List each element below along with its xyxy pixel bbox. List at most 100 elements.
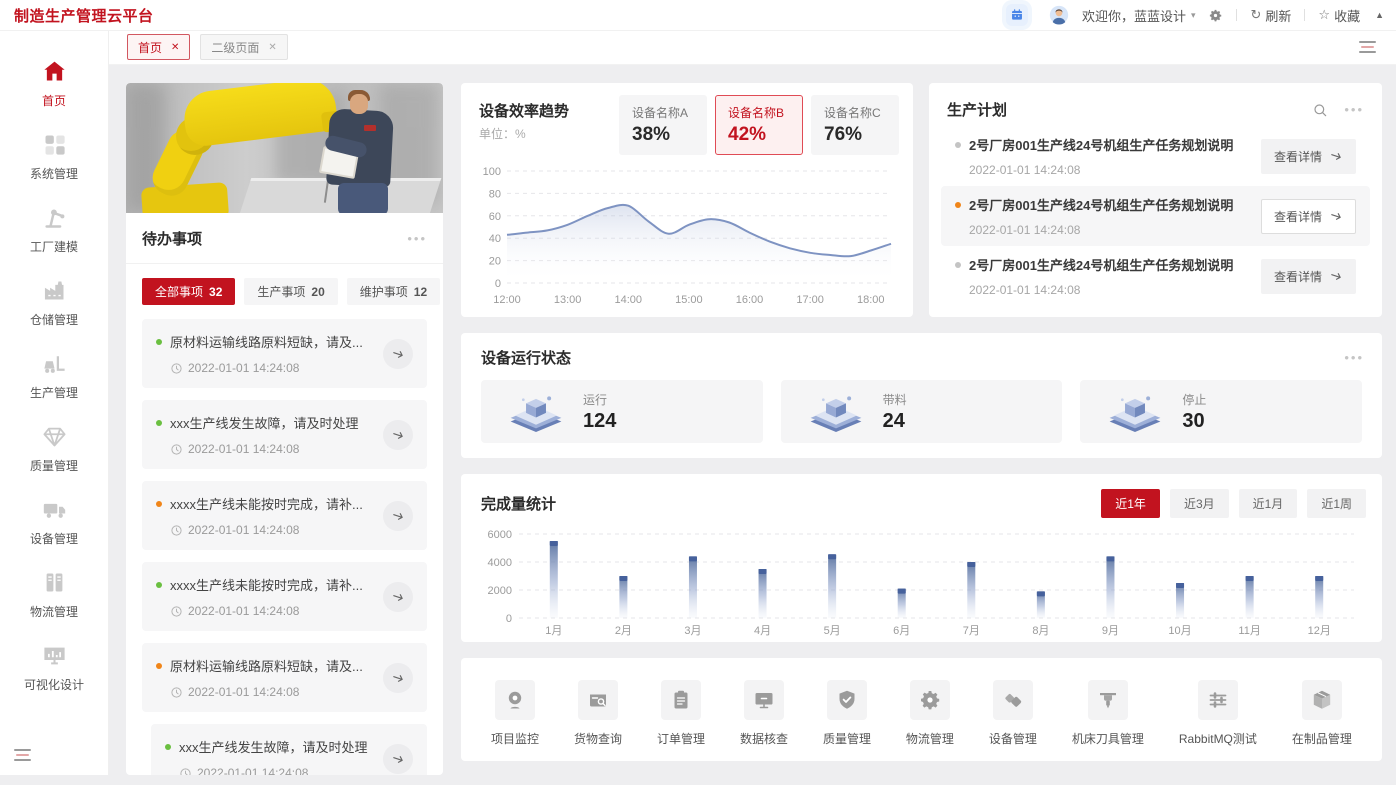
calendar-button[interactable]: [1005, 4, 1028, 26]
todo-arrow-button[interactable]: [383, 581, 413, 612]
more-icon[interactable]: •••: [407, 232, 427, 245]
sidebar-item-warehouse[interactable]: 仓储管理: [0, 277, 108, 350]
sidebar-item-home[interactable]: 首页: [0, 58, 108, 131]
completion-stats-panel: 完成量统计 近1年 近3月 近1月 近1周 0 2000 4000 6000 1月 2月 3…: [461, 474, 1382, 642]
device-chip-a[interactable]: 设备名称A 38%: [619, 95, 707, 155]
todo-arrow-button[interactable]: [383, 338, 413, 369]
avatar[interactable]: [1049, 5, 1069, 25]
plan-row[interactable]: 2号厂房001生产线24号机组生产任务规划说明 2022-01-01 14:24…: [941, 246, 1370, 306]
sidebar-item-equipment[interactable]: 设备管理: [0, 496, 108, 569]
shortcut-data-check[interactable]: 数据核查: [740, 680, 788, 761]
svg-text:4月: 4月: [754, 625, 771, 637]
clipboard-icon: [660, 680, 701, 720]
todo-arrow-button[interactable]: [383, 419, 413, 450]
tab-home[interactable]: 首页 ✕: [127, 34, 191, 60]
todo-arrow-button[interactable]: [383, 500, 413, 531]
arrow-right-icon: [391, 428, 405, 442]
status-card-stopped: 停止 30: [1080, 380, 1363, 443]
search-icon[interactable]: [1312, 102, 1328, 118]
refresh-button[interactable]: ↻ 刷新: [1250, 6, 1291, 25]
view-detail-button[interactable]: 查看详情: [1260, 258, 1356, 294]
device-chip-c[interactable]: 设备名称C 76%: [811, 95, 899, 155]
plan-row[interactable]: 2号厂房001生产线24号机组生产任务规划说明 2022-01-01 14:24…: [941, 126, 1370, 186]
device-chip-b[interactable]: 设备名称B 42%: [715, 95, 803, 155]
view-detail-button[interactable]: 查看详情: [1260, 198, 1356, 234]
sidebar-item-quality[interactable]: 质量管理: [0, 423, 108, 496]
more-icon[interactable]: •••: [1344, 103, 1364, 116]
user-menu[interactable]: 欢迎你，蓝蓝设计 ▾: [1082, 6, 1196, 25]
sidebar-item-visual-design[interactable]: 可视化设计: [0, 642, 108, 715]
home-icon: [41, 58, 68, 85]
todo-item[interactable]: xxx生产线发生故障，请及时处理 2022-01-01 14:24:08: [142, 400, 427, 469]
settings-button[interactable]: [1208, 8, 1223, 23]
svg-text:0: 0: [506, 613, 512, 625]
range-3month-button[interactable]: 近3月: [1169, 489, 1229, 518]
shortcut-equipment-management[interactable]: 设备管理: [989, 680, 1037, 761]
todo-arrow-button[interactable]: [383, 662, 413, 693]
factory-icon: [41, 277, 68, 304]
collapse-header-icon[interactable]: ▲: [1375, 10, 1384, 20]
tab-options-button[interactable]: [1359, 41, 1376, 53]
todo-item[interactable]: xxx生产线发生故障，请及时处理 2022-01-01 14:24:08: [151, 724, 427, 775]
svg-text:0: 0: [495, 278, 501, 290]
sidebar-item-production[interactable]: 生产管理: [0, 350, 108, 423]
camera-icon: [495, 680, 535, 720]
shortcut-quality-management[interactable]: 质量管理: [823, 680, 871, 761]
shield-check-icon: [826, 680, 867, 720]
svg-text:20: 20: [489, 256, 501, 268]
sidebar-item-system[interactable]: 系统管理: [0, 131, 108, 204]
todo-item[interactable]: 原材料运输线路原料短缺，请及... 2022-01-01 14:24:08: [142, 319, 427, 388]
tab-bar: 首页 ✕ 二级页面 ✕: [109, 30, 1396, 65]
shortcut-rabbitmq-test[interactable]: RabbitMQ测试: [1179, 680, 1257, 761]
arrow-right-icon: [391, 509, 405, 523]
svg-text:80: 80: [489, 188, 501, 200]
svg-text:13:00: 13:00: [554, 294, 582, 306]
range-1week-button[interactable]: 近1周: [1307, 489, 1366, 518]
sidebar: 首页 系统管理 工厂建模 仓储管理 生产管理 质量管理 设备管理 物流管理 可视…: [0, 30, 109, 775]
box-search-icon: [577, 680, 618, 720]
shortcut-machine-tool-management[interactable]: 机床刀具管理: [1072, 680, 1144, 761]
filter-production[interactable]: 生产事项 20: [244, 278, 338, 305]
status-dot: [156, 662, 162, 669]
filter-all[interactable]: 全部事项 32: [142, 278, 236, 305]
divider: [1236, 9, 1238, 21]
view-detail-button[interactable]: 查看详情: [1260, 138, 1356, 174]
plan-row[interactable]: 2号厂房001生产线24号机组生产任务规划说明 2022-01-01 14:24…: [941, 186, 1370, 246]
truck-icon: [41, 496, 68, 523]
todo-item[interactable]: 原材料运输线路原料短缺，请及... 2022-01-01 14:24:08: [142, 643, 427, 712]
shortcut-project-monitor[interactable]: 项目监控: [491, 680, 539, 761]
status-card-running: 运行 124: [481, 380, 763, 443]
range-buttons: 近1年 近3月 近1月 近1周: [1101, 489, 1366, 518]
close-icon[interactable]: ✕: [171, 42, 179, 53]
arrow-right-icon: [391, 671, 405, 685]
sidebar-collapse-button[interactable]: [14, 749, 31, 761]
sidebar-item-logistics[interactable]: 物流管理: [0, 569, 108, 642]
svg-text:60: 60: [489, 211, 501, 223]
efficiency-panel: 设备效率趋势 单位：% 设备名称A 38% 设备名称B 42% 设备名称C 76…: [461, 83, 913, 317]
more-icon[interactable]: •••: [1344, 351, 1364, 364]
svg-text:12月: 12月: [1308, 625, 1331, 637]
monitor-icon: [743, 680, 784, 720]
svg-text:8月: 8月: [1032, 625, 1049, 637]
close-icon[interactable]: ✕: [268, 42, 276, 53]
range-1year-button[interactable]: 近1年: [1101, 489, 1160, 518]
range-1month-button[interactable]: 近1月: [1238, 489, 1298, 518]
filter-maintenance[interactable]: 维护事项 12: [346, 278, 441, 305]
machine-illustration: [1106, 391, 1164, 433]
favorite-button[interactable]: ☆ 收藏: [1318, 6, 1360, 25]
todo-item[interactable]: xxxx生产线未能按时完成，请补... 2022-01-01 14:24:08: [142, 481, 427, 550]
shortcut-cargo-query[interactable]: 货物查询: [574, 680, 622, 761]
shortcut-order-management[interactable]: 订单管理: [657, 680, 705, 761]
tab-secondary-page[interactable]: 二级页面 ✕: [200, 34, 288, 60]
sidebar-item-factory-modeling[interactable]: 工厂建模: [0, 204, 108, 277]
shortcut-wip-management[interactable]: 在制品管理: [1292, 680, 1352, 761]
svg-text:18:00: 18:00: [857, 294, 885, 306]
status-title: 设备运行状态: [481, 350, 572, 367]
clock-icon: [170, 362, 183, 375]
svg-text:14:00: 14:00: [614, 294, 642, 306]
machine-illustration: [807, 391, 865, 433]
todo-arrow-button[interactable]: [383, 743, 413, 774]
shortcut-logistics-management[interactable]: 物流管理: [906, 680, 954, 761]
status-dot: [156, 338, 162, 345]
todo-item[interactable]: xxxx生产线未能按时完成，请补... 2022-01-01 14:24:08: [142, 562, 427, 631]
